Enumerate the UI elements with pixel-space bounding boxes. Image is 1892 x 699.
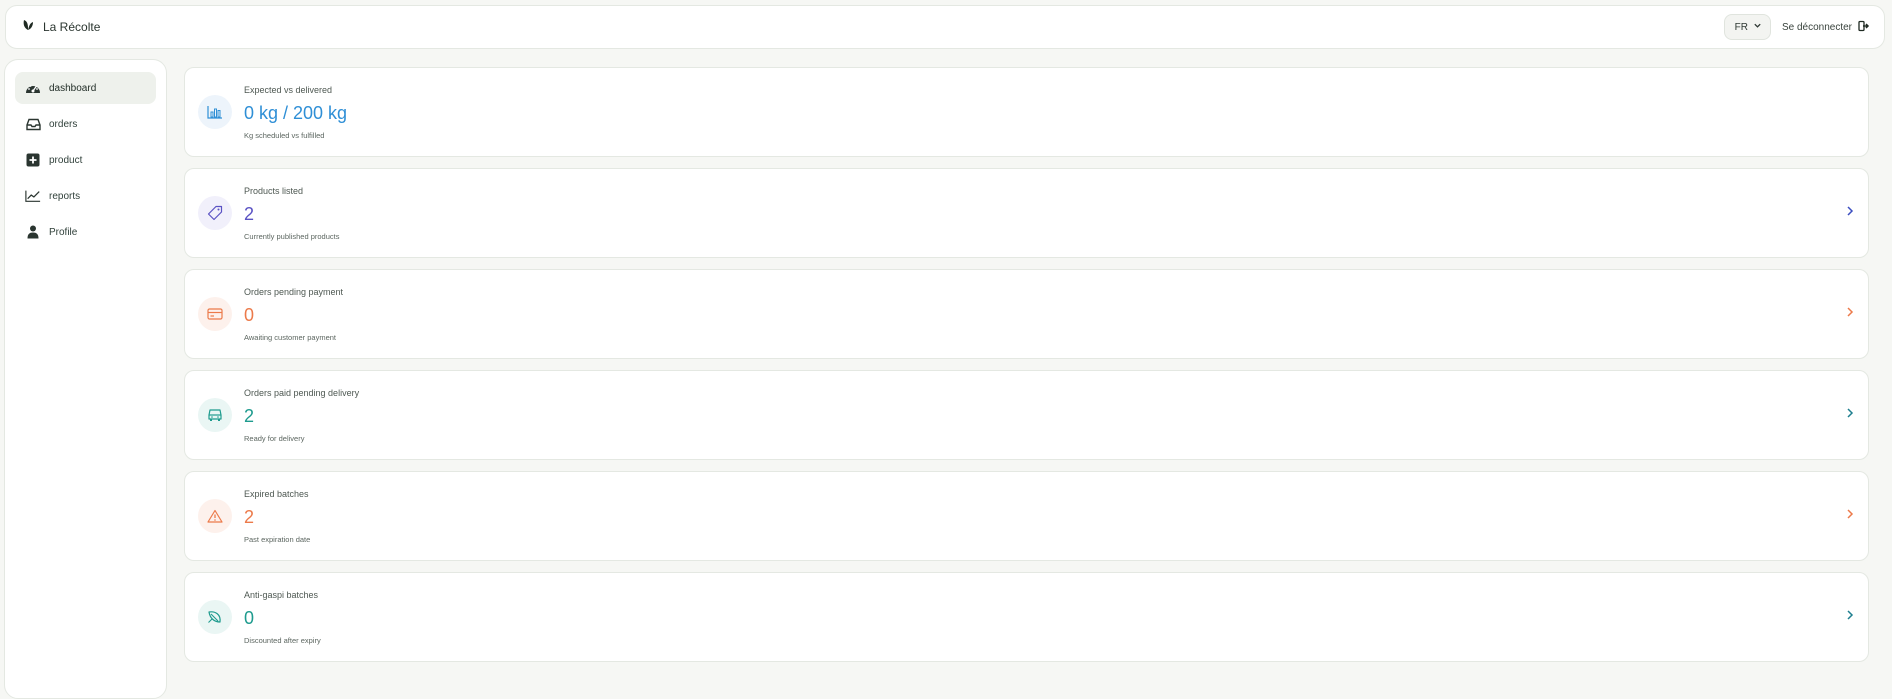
credit-card-icon (198, 297, 232, 331)
card-title: Expected vs delivered (244, 84, 333, 95)
card-title: Orders paid pending delivery (244, 387, 360, 398)
card-orders-pending-payment[interactable]: Orders pending payment 0 Awaiting custom… (184, 269, 1869, 359)
gauge-icon (25, 80, 41, 96)
card-expired-batches[interactable]: Expired batches 2 Past expiration date (184, 471, 1869, 561)
card-title: Orders pending payment (244, 286, 344, 297)
card-value: 2 (244, 405, 255, 426)
card-title: Anti-gaspi batches (244, 589, 319, 600)
sidebar-item-label: orders (49, 118, 78, 130)
sidebar-item-dashboard[interactable]: dashboard (15, 72, 156, 104)
chevron-down-icon (1753, 21, 1762, 33)
card-products-listed[interactable]: Products listed 2 Currently published pr… (184, 168, 1869, 258)
logout-label: Se déconnecter (1781, 21, 1852, 33)
chevron-right-icon[interactable] (1846, 608, 1854, 626)
card-subtitle: Currently published products (244, 231, 340, 241)
card-subtitle: Past expiration date (244, 534, 311, 544)
truck-icon (198, 398, 232, 432)
card-value: 0 (244, 304, 255, 325)
dashboard-cards: Expected vs delivered 0 kg / 200 kg Kg s… (184, 67, 1869, 673)
sidebar-item-product[interactable]: product (15, 144, 156, 176)
sign-out-icon (1858, 20, 1870, 35)
sidebar-item-orders[interactable]: orders (15, 108, 156, 140)
logout-button[interactable]: Se déconnecter (1782, 20, 1870, 35)
card-value: 0 kg / 200 kg (244, 102, 348, 123)
card-expected-vs-delivered: Expected vs delivered 0 kg / 200 kg Kg s… (184, 67, 1869, 157)
chevron-right-icon[interactable] (1846, 406, 1854, 424)
language-select[interactable]: FR (1723, 14, 1771, 40)
sidebar-item-label: Profile (49, 226, 78, 238)
plus-square-icon (25, 152, 41, 168)
leaf-logo-icon (22, 18, 34, 36)
card-anti-gaspi-batches[interactable]: Anti-gaspi batches 0 Discounted after ex… (184, 572, 1869, 662)
card-value: 2 (244, 506, 255, 527)
chevron-right-icon[interactable] (1846, 305, 1854, 323)
tag-icon (198, 196, 232, 230)
warning-icon (198, 499, 232, 533)
card-value: 2 (244, 203, 255, 224)
language-value: FR (1734, 21, 1748, 33)
sidebar-item-label: dashboard (49, 82, 97, 94)
user-icon (25, 224, 41, 240)
card-title: Expired batches (244, 488, 309, 499)
card-subtitle: Discounted after expiry (244, 635, 321, 645)
card-subtitle: Kg scheduled vs fulfilled (244, 130, 325, 140)
card-subtitle: Awaiting customer payment (244, 332, 336, 342)
top-bar: La Récolte FR Se déconnecter (5, 5, 1885, 49)
brand-name: La Récolte (43, 20, 101, 34)
bar-chart-icon (198, 95, 232, 129)
card-value: 0 (244, 607, 255, 628)
sidebar-item-label: product (49, 154, 83, 166)
chevron-right-icon[interactable] (1846, 204, 1854, 222)
line-chart-icon (25, 188, 41, 204)
card-orders-paid-pending-delivery[interactable]: Orders paid pending delivery 2 Ready for… (184, 370, 1869, 460)
inbox-icon (25, 116, 41, 132)
card-subtitle: Ready for delivery (244, 433, 305, 443)
sidebar: dashboard orders product reports Profile (4, 59, 167, 699)
card-title: Products listed (244, 185, 304, 196)
leaf-icon (198, 600, 232, 634)
sidebar-item-label: reports (49, 190, 81, 202)
brand[interactable]: La Récolte (22, 18, 100, 36)
sidebar-item-profile[interactable]: Profile (15, 216, 156, 248)
sidebar-item-reports[interactable]: reports (15, 180, 156, 212)
chevron-right-icon[interactable] (1846, 507, 1854, 525)
